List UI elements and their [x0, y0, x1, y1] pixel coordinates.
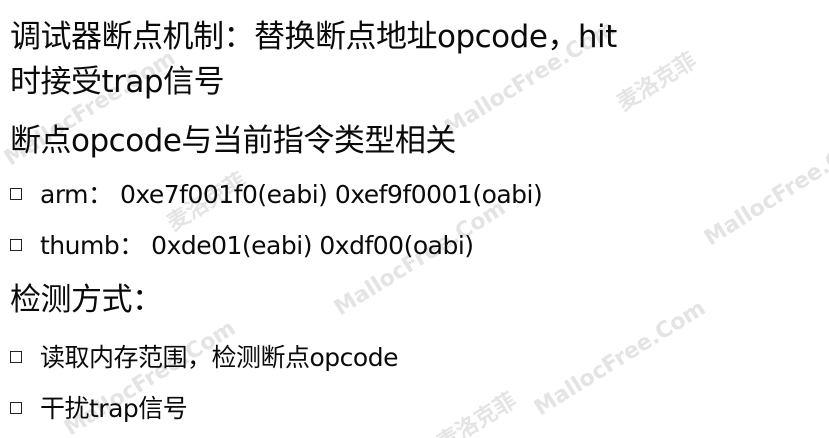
list-item-trap-interference: 干扰trap信号	[10, 394, 188, 424]
slide: MallocFree.Com 麦洛克菲 MallocFree.Com 麦洛克菲 …	[0, 0, 829, 438]
heading-opcode-type: 断点opcode与当前指令类型相关	[10, 123, 456, 159]
heading-detection-methods: 检测方式：	[10, 282, 163, 318]
list-item-arm: arm： 0xe7f001f0(eabi) 0xef9f0001(oabi)	[10, 180, 543, 210]
watermark: MallocFree.Com	[700, 125, 829, 252]
list-item-thumb: thumb： 0xde01(eabi) 0xdf00(oabi)	[10, 231, 474, 261]
watermark: 麦洛克菲	[613, 48, 702, 117]
square-bullet-icon	[10, 351, 22, 363]
list-item-read-memory: 读取内存范围，检测断点opcode	[10, 343, 398, 373]
square-bullet-icon	[10, 188, 22, 200]
square-bullet-icon	[10, 239, 22, 251]
list-item-text: thumb： 0xde01(eabi) 0xdf00(oabi)	[40, 231, 474, 260]
square-bullet-icon	[10, 402, 22, 414]
heading-breakpoint-mechanism: 调试器断点机制：替换断点地址opcode，hit	[10, 19, 617, 55]
watermark: 麦洛克菲	[433, 388, 522, 438]
watermark: MallocFree.Com	[530, 295, 711, 422]
list-item-text: 读取内存范围，检测断点opcode	[40, 343, 398, 372]
list-item-text: arm： 0xe7f001f0(eabi) 0xef9f0001(oabi)	[40, 180, 543, 209]
list-item-text: 干扰trap信号	[40, 394, 188, 423]
heading-breakpoint-mechanism-cont: 时接受trap信号	[10, 64, 225, 100]
